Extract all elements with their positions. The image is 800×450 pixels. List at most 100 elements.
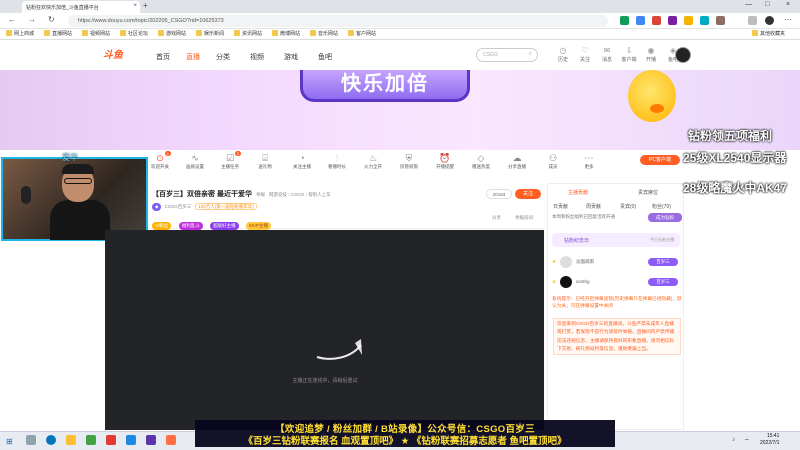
bookmark-item[interactable]: 资讯网站	[234, 30, 262, 37]
extension-icon[interactable]	[620, 16, 629, 25]
become-fan-button[interactable]: 成为钻粉	[648, 213, 682, 222]
tool-heat[interactable]: ◇ 赠送热度	[468, 153, 494, 170]
other-bookmarks[interactable]: 其他收藏夹	[752, 30, 785, 37]
nav-live[interactable]: 直播	[186, 52, 200, 62]
app-icon[interactable]	[166, 435, 176, 445]
browser-tab[interactable]: 钻粉狂欢快乐加倍_斗鱼直播平台 ×	[22, 1, 140, 13]
waveform-icon: ∿	[191, 153, 199, 163]
tool-fire[interactable]: ♨ 火力全开	[360, 153, 386, 170]
volume-icon[interactable]: ♪	[732, 437, 735, 443]
pc-client-button[interactable]: PC客户端	[640, 155, 680, 165]
video-player[interactable]	[105, 230, 544, 430]
folder-icon[interactable]	[66, 435, 76, 445]
menu-icon[interactable]: ⋯	[784, 15, 792, 24]
nav-video[interactable]: 视频	[250, 52, 264, 62]
tab-vip-seats[interactable]: 贵宾席位	[638, 189, 658, 196]
tab-vip[interactable]: 贵宾(0)	[620, 203, 636, 210]
nav-category[interactable]: 分类	[216, 52, 230, 62]
bookmark-item[interactable]: 客户网站	[348, 30, 376, 37]
extension-icon[interactable]	[684, 16, 693, 25]
bookmark-item[interactable]: 社区论坛	[120, 30, 148, 37]
nav-home[interactable]: 首页	[156, 52, 170, 62]
fans-day-card: 钻粉纪念日 今日无新主播	[552, 233, 680, 247]
tab-fans[interactable]: 粉丝(70)	[652, 203, 671, 210]
tool-share[interactable]: ☁ 分享直播	[504, 153, 530, 170]
search-icon[interactable]	[26, 435, 36, 445]
room-breadcrumb: 网游竞技 › CSGO › 帮别人上车	[268, 192, 331, 197]
close-window-icon[interactable]: ×	[786, 1, 790, 8]
extension-icon[interactable]	[700, 16, 709, 25]
fans-pill: V/粉丝	[152, 222, 172, 230]
streamer-shirt	[50, 200, 110, 240]
fan-badge: 百岁三	[648, 278, 678, 286]
tool-reminder[interactable]: ⏰ 开播提醒	[432, 153, 458, 170]
app-icon[interactable]	[126, 435, 136, 445]
close-tab-icon[interactable]: ×	[133, 3, 137, 9]
streamer-glasses	[64, 178, 92, 184]
bookmark-item[interactable]: 网上商城	[6, 30, 34, 37]
app-icon[interactable]	[106, 435, 116, 445]
refresh-icon[interactable]: ↻	[48, 15, 55, 24]
tab-anchor-contribution[interactable]: 主播贡献	[568, 189, 588, 196]
video-status-text: 主播正在连线中，请稍后重试	[292, 378, 358, 384]
tool-admin[interactable]: ⛨ 房管权限	[396, 153, 422, 170]
tab-title: 钻粉狂欢快乐加倍_斗鱼直播平台	[26, 5, 99, 11]
room-meta: ◆ CSGO百岁三 · 100万人(第一届钻粉嘉年华)	[152, 203, 257, 211]
nav-yuba[interactable]: 鱼吧	[318, 52, 332, 62]
bookmark-item[interactable]: 音乐网站	[310, 30, 338, 37]
panel-note: 本周和粉丝福利已回复活跃开通	[552, 214, 615, 219]
windows-start-icon[interactable]: ⊞	[6, 437, 13, 446]
tool-members[interactable]: ⚇ 成员	[540, 153, 566, 170]
bookmark-item[interactable]: 视频网站	[82, 30, 110, 37]
welcome-notice: 欢迎来到CSGO百岁三的直播间。斗鱼严禁未成年人直播或打赏，若发现不良行为请及时…	[553, 318, 681, 356]
taskbar-clock[interactable]: 15:41 2022/7/1	[760, 433, 779, 447]
bookmark-item[interactable]: 游戏网站	[158, 30, 186, 37]
app-icon[interactable]	[86, 435, 96, 445]
extension-icon[interactable]	[652, 16, 661, 25]
chart-icon: ⫶	[335, 153, 339, 163]
edge-icon[interactable]	[46, 435, 56, 445]
profile-avatar[interactable]	[765, 16, 774, 25]
maximize-icon[interactable]: □	[765, 1, 769, 8]
follow-button[interactable]: 关注	[515, 189, 541, 199]
collections-icon[interactable]	[748, 16, 757, 25]
extension-icon[interactable]	[716, 16, 725, 25]
search-icon[interactable]: ⌕	[529, 51, 532, 58]
forward-icon[interactable]: →	[28, 15, 36, 24]
mascot-beak	[650, 104, 664, 113]
tool-tasks[interactable]: ☑ 主播任务 2	[217, 151, 243, 170]
tool-more[interactable]: ⋯ 更多	[576, 153, 602, 170]
fan-user-row[interactable]: ♛ 淡烟疏雨	[552, 256, 594, 268]
tool-welcome-toggle[interactable]: ⊙ 欢迎开关 1	[147, 151, 173, 170]
network-icon[interactable]: ⌔	[744, 437, 750, 445]
user-avatar	[560, 276, 573, 288]
minimize-icon[interactable]: —	[745, 1, 752, 8]
back-icon[interactable]: ←	[8, 15, 16, 24]
app-icon[interactable]	[146, 435, 156, 445]
bookmark-item[interactable]: 直播网站	[44, 30, 72, 37]
mascot-chick-image	[628, 70, 676, 122]
nav-game[interactable]: 游戏	[284, 52, 298, 62]
tool-watchtime[interactable]: ⫶ 看播时长	[324, 153, 350, 170]
tool-gift[interactable]: ⌸ 送礼物	[252, 153, 278, 170]
report-room-link[interactable]: 举报房间	[515, 215, 533, 221]
site-search-input[interactable]: CSGO ⌕	[476, 48, 538, 62]
tool-quality[interactable]: ∿ 画质设置	[182, 153, 208, 170]
bookmark-item[interactable]: 娱乐新闻	[196, 30, 224, 37]
new-tab-icon[interactable]: +	[143, 1, 148, 10]
mvp-pill: MVP主播	[246, 222, 271, 230]
shield-icon: ⛨	[405, 153, 413, 163]
douyu-logo[interactable]: 斗鱼	[103, 46, 137, 64]
url-input[interactable]: https://www.douyu.com/topic/202205_CSGO?…	[68, 15, 608, 27]
report-link[interactable]: 举报	[256, 192, 265, 197]
fan-user-row[interactable]: ♛ ansthg	[552, 276, 590, 288]
share-link[interactable]: 分享	[492, 215, 501, 221]
extension-icon[interactable]	[636, 16, 645, 25]
extension-icon[interactable]	[668, 16, 677, 25]
tool-follow[interactable]: ◔ 关注主播	[289, 153, 315, 170]
user-avatar[interactable]	[675, 47, 691, 63]
tab-weekly[interactable]: 周贡献	[586, 203, 601, 210]
bookmark-item[interactable]: 微博网站	[272, 30, 300, 37]
tab-daily[interactable]: 日贡献	[553, 203, 568, 210]
url-text: https://www.douyu.com/topic/202205_CSGO?…	[78, 18, 224, 24]
